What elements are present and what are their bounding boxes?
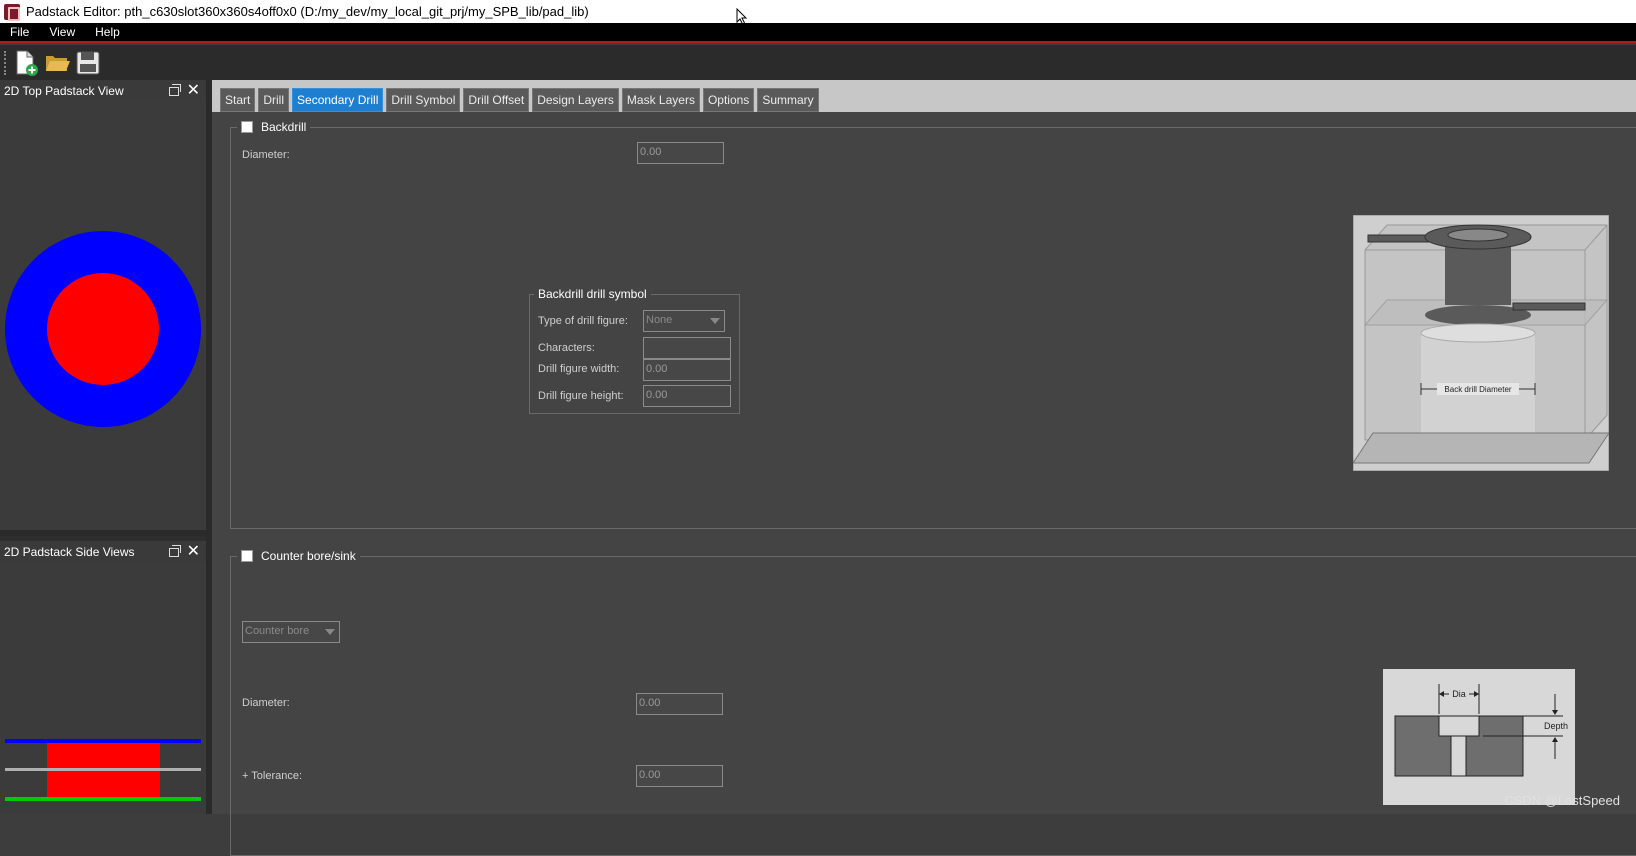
drill-figure-type-label: Type of drill figure: xyxy=(538,315,628,327)
tab-options[interactable]: Options xyxy=(702,88,755,112)
tab-summary[interactable]: Summary xyxy=(757,88,819,112)
tab-mask-layers[interactable]: Mask Layers xyxy=(621,88,700,112)
counterbore-tolerance-input[interactable]: 0.00 xyxy=(636,765,723,787)
layer-top-line xyxy=(5,739,201,743)
top-view-header: 2D Top Padstack View ✕ xyxy=(0,80,206,102)
pad-inner xyxy=(47,273,159,385)
characters-input[interactable] xyxy=(643,337,731,359)
drill-figure-type-select[interactable]: None xyxy=(643,310,725,332)
close-icon[interactable]: ✕ xyxy=(187,83,200,99)
drill-figure-height-input[interactable]: 0.00 xyxy=(643,385,731,407)
backdrill-symbol-group: Backdrill drill symbol Type of drill fig… xyxy=(529,287,740,414)
backdrill-header: Backdrill xyxy=(237,120,311,134)
backdrill-diameter-input[interactable]: 0.00 xyxy=(637,142,724,164)
depth-label: Depth xyxy=(1544,721,1568,731)
window-title: Padstack Editor: pth_c630slot360x360s4of… xyxy=(26,4,589,19)
menu-view[interactable]: View xyxy=(39,25,85,39)
backdrill-diameter-label: Diameter: xyxy=(242,149,290,161)
backdrill-diagram-label: Back drill Diameter xyxy=(1444,385,1511,394)
drill-figure-width-input[interactable]: 0.00 xyxy=(643,359,731,381)
layer-bottom-line xyxy=(5,797,201,801)
main-area: Start Drill Secondary Drill Drill Symbol… xyxy=(212,80,1636,856)
tab-bar: Start Drill Secondary Drill Drill Symbol… xyxy=(220,88,822,112)
toolbar-grip[interactable] xyxy=(4,50,6,75)
close-icon[interactable]: ✕ xyxy=(187,544,200,560)
counterbore-type-select[interactable]: Counter bore xyxy=(242,621,340,643)
backdrill-symbol-title: Backdrill drill symbol xyxy=(538,287,647,301)
counterbore-diagram: Dia Depth xyxy=(1383,669,1575,805)
backdrill-symbol-header: Backdrill drill symbol xyxy=(534,287,651,301)
menu-bar: File View Help xyxy=(0,23,1636,43)
tab-secondary-drill[interactable]: Secondary Drill xyxy=(292,88,384,112)
restore-icon[interactable] xyxy=(168,83,181,96)
restore-icon[interactable] xyxy=(168,544,181,557)
top-view-drawing xyxy=(5,231,201,427)
tab-drill-offset[interactable]: Drill Offset xyxy=(463,88,530,112)
chevron-down-icon xyxy=(710,318,720,324)
watermark: CSDN @LostSpeed xyxy=(1504,793,1620,808)
tab-drill-symbol[interactable]: Drill Symbol xyxy=(386,88,461,112)
menu-help[interactable]: Help xyxy=(85,25,130,39)
tab-content: Backdrill Diameter: 0.00 Backdrill drill… xyxy=(212,112,1636,856)
characters-label: Characters: xyxy=(538,342,595,354)
drill-figure-type-value: None xyxy=(646,314,673,326)
counterbore-diameter-label: Diameter: xyxy=(242,697,290,709)
backdrill-group: Backdrill Diameter: 0.00 Backdrill drill… xyxy=(230,120,1636,529)
panel-splitter[interactable] xyxy=(0,530,206,536)
counterbore-group: Counter bore/sink Counter bore Diameter:… xyxy=(230,549,1636,856)
drill-figure-width-label: Drill figure width: xyxy=(538,363,620,375)
dia-label: Dia xyxy=(1452,689,1466,699)
title-bar: Padstack Editor: pth_c630slot360x360s4of… xyxy=(0,0,1636,23)
drill-figure-height-label: Drill figure height: xyxy=(538,390,624,402)
counterbore-tolerance-label: + Tolerance: xyxy=(242,770,303,782)
toolbar xyxy=(0,45,1636,80)
side-views-title: 2D Padstack Side Views xyxy=(4,545,135,559)
top-view-canvas xyxy=(0,102,206,530)
open-folder-icon[interactable] xyxy=(43,49,71,77)
counterbore-title: Counter bore/sink xyxy=(261,549,356,563)
left-dock: 2D Top Padstack View ✕ 2D Padstack Side … xyxy=(0,80,212,814)
side-view-drawing xyxy=(5,739,201,801)
counterbore-diameter-input[interactable]: 0.00 xyxy=(636,693,723,715)
top-view-title: 2D Top Padstack View xyxy=(4,84,124,98)
side-views-canvas xyxy=(0,563,206,814)
tab-design-layers[interactable]: Design Layers xyxy=(532,88,619,112)
layer-mid-line xyxy=(5,768,201,771)
counterbore-type-value: Counter bore xyxy=(245,625,310,637)
counterbore-header: Counter bore/sink xyxy=(237,549,360,563)
app-icon xyxy=(4,3,20,21)
menu-file[interactable]: File xyxy=(0,25,39,39)
tab-drill[interactable]: Drill xyxy=(258,88,290,112)
backdrill-checkbox[interactable] xyxy=(241,121,253,133)
counterbore-checkbox[interactable] xyxy=(241,550,253,562)
backdrill-title: Backdrill xyxy=(261,120,307,134)
tab-start[interactable]: Start xyxy=(220,88,256,112)
side-views-header: 2D Padstack Side Views ✕ xyxy=(0,541,206,563)
backdrill-diagram: Back drill Diameter xyxy=(1353,215,1609,471)
chevron-down-icon xyxy=(325,629,335,635)
save-icon[interactable] xyxy=(74,49,102,77)
new-file-icon[interactable] xyxy=(12,49,40,77)
